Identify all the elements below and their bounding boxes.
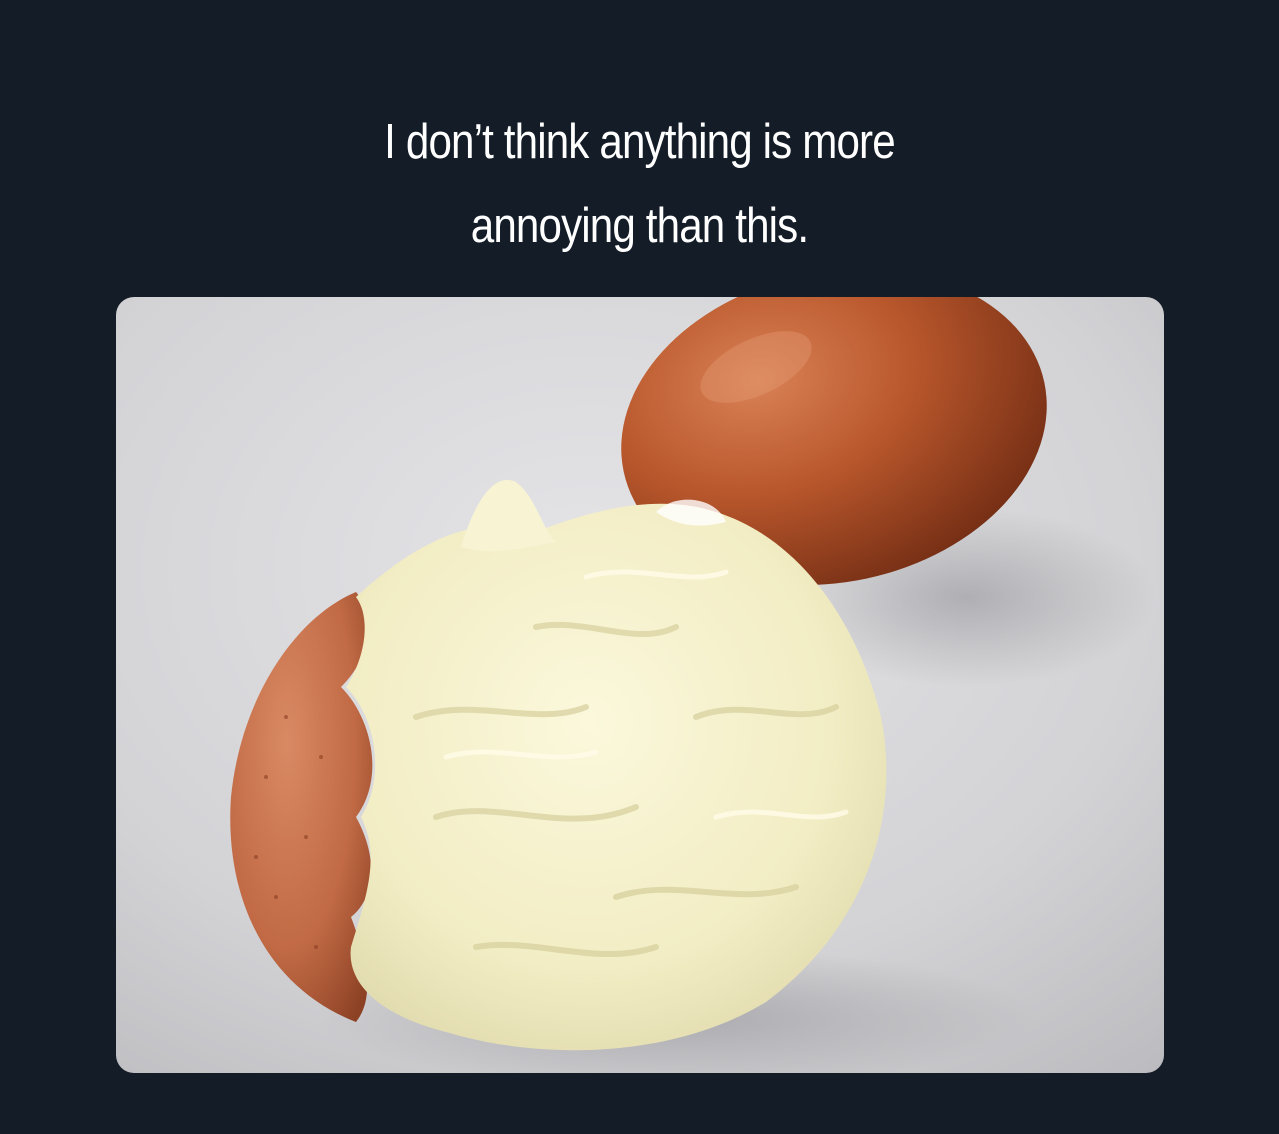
shell-speckle (264, 775, 268, 779)
shell-speckle (254, 855, 258, 859)
shell-speckle (304, 835, 308, 839)
caption-text: I don’t think anything is more annoying … (90, 100, 1190, 268)
shell-speckle (284, 715, 288, 719)
meme-post: I don’t think anything is more annoying … (0, 0, 1279, 1134)
shell-speckle (314, 945, 318, 949)
egg-photo (116, 297, 1164, 1073)
egg-photo-illustration (116, 297, 1164, 1073)
caption-line-1: I don’t think anything is more (384, 115, 895, 169)
shell-speckle (274, 895, 278, 899)
shell-speckle (319, 755, 323, 759)
caption-line-2: annoying than this. (470, 199, 809, 253)
